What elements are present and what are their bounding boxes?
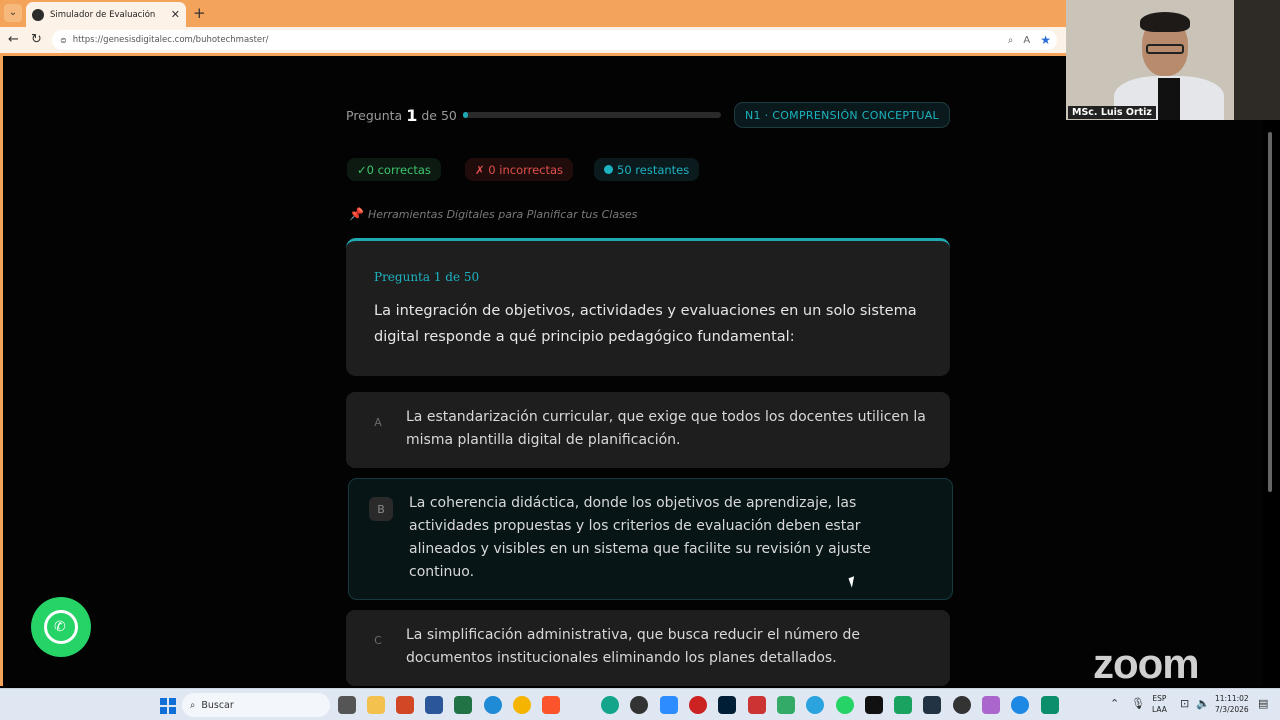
excel-icon[interactable]: [454, 696, 472, 714]
lang-top: ESP: [1152, 694, 1167, 703]
language-indicator[interactable]: ESP LAA: [1152, 693, 1167, 715]
progress-suffix: de 50: [421, 108, 457, 123]
question-text: La integración de objetivos, actividades…: [374, 303, 917, 345]
site-favicon-icon: [32, 8, 44, 21]
app-icon[interactable]: [748, 696, 766, 714]
incorrect-count-badge: ✗ 0 incorrectas: [465, 158, 574, 181]
app-icon[interactable]: [923, 696, 941, 714]
notion-icon[interactable]: [865, 696, 883, 714]
progress-current: 1: [406, 106, 418, 125]
participant-video[interactable]: MSc. Luis Ortiz: [1066, 0, 1280, 120]
clock-time: 11:11:02: [1215, 694, 1249, 703]
zoom-magnifier-icon[interactable]: ⌕: [1008, 35, 1014, 46]
favorite-star-icon[interactable]: ★: [1040, 33, 1051, 47]
remaining-count-text: 50 restantes: [617, 162, 690, 177]
app-icon[interactable]: [953, 696, 971, 714]
zoom-app-icon[interactable]: [660, 696, 678, 714]
progress-bar-fill: [463, 112, 469, 118]
whatsapp-button[interactable]: ✆: [31, 597, 91, 657]
video-person-shirt: [1158, 78, 1180, 120]
taskbar-search-label: Buscar: [201, 699, 234, 711]
chatgpt-icon[interactable]: [630, 696, 648, 714]
read-aloud-icon[interactable]: A: [1023, 35, 1030, 46]
photoshop-icon[interactable]: [718, 696, 736, 714]
file-explorer-icon[interactable]: [367, 696, 385, 714]
windows-taskbar: ⌕ Buscar ⌃ 🎙 ESP LAA ⊡ 🔈 11:11:02 7/3/20…: [0, 688, 1280, 720]
correct-count-badge: ✓0 correctas: [347, 158, 441, 181]
url-field[interactable]: ⊜ https://genesisdigitalec.com/buhotechm…: [52, 30, 1057, 50]
pushpin-icon: 📌: [349, 207, 364, 221]
search-icon: ⌕: [190, 699, 196, 711]
question-progress: Pregunta 1 de 50: [346, 106, 457, 125]
video-person-hair: [1140, 12, 1190, 32]
tab-title: Simulador de Evaluación: [50, 9, 156, 20]
app-icon[interactable]: [777, 696, 795, 714]
volume-icon[interactable]: 🔈: [1196, 697, 1210, 710]
option-text: La estandarización curricular, que exige…: [406, 409, 926, 448]
progress-prefix: Pregunta: [346, 108, 403, 123]
whatsapp-app-icon[interactable]: [836, 696, 854, 714]
close-tab-icon[interactable]: ✕: [171, 8, 180, 21]
option-letter: C: [374, 633, 382, 647]
app-icon[interactable]: [1041, 696, 1059, 714]
brave-icon[interactable]: [542, 696, 560, 714]
taskbar-search[interactable]: ⌕ Buscar: [182, 693, 330, 717]
remaining-count-badge: 50 restantes: [594, 158, 700, 181]
participant-name-tag: MSc. Luis Ortiz: [1068, 106, 1156, 119]
tab-list-button[interactable]: ⌄: [4, 4, 22, 22]
clock-date: 7/3/2026: [1215, 705, 1249, 714]
topic-text: Herramientas Digitales para Planificar t…: [367, 207, 638, 221]
chevron-up-icon[interactable]: ⌃: [1110, 697, 1119, 710]
whatsapp-icon: ✆: [44, 610, 78, 644]
browser-tabbar: ⌄ Simulador de Evaluación ✕ +: [0, 0, 1066, 27]
url-text: https://genesisdigitalec.com/buhotechmas…: [72, 35, 269, 45]
clock[interactable]: 11:11:02 7/3/2026: [1215, 693, 1249, 715]
tab-active[interactable]: Simulador de Evaluación ✕: [26, 2, 186, 27]
chrome-icon[interactable]: [513, 696, 531, 714]
progress-bar: [463, 112, 721, 118]
level-badge: N1 · COMPRENSIÓN CONCEPTUAL: [734, 102, 950, 128]
edge-icon[interactable]: [484, 696, 502, 714]
word-icon[interactable]: [425, 696, 443, 714]
scroll-thumb[interactable]: [1268, 132, 1272, 492]
lang-bottom: LAA: [1152, 705, 1167, 714]
topic-label: 📌 Herramientas Digitales para Planificar…: [349, 207, 637, 221]
video-person-glasses: [1146, 44, 1184, 54]
back-arrow-icon[interactable]: ←: [8, 32, 19, 47]
powerpoint-icon[interactable]: [396, 696, 414, 714]
microphone-icon[interactable]: 🎙: [1131, 697, 1145, 710]
answer-option-c[interactable]: C La simplificación administrativa, que …: [346, 610, 950, 686]
task-view-icon[interactable]: [338, 696, 356, 714]
telegram-icon[interactable]: [806, 696, 824, 714]
app-icon[interactable]: [1011, 696, 1029, 714]
reload-icon[interactable]: ↻: [31, 32, 42, 47]
network-icon[interactable]: ⊡: [1180, 697, 1189, 710]
windows-start-icon[interactable]: [160, 698, 176, 714]
page-scrollbar[interactable]: [1266, 122, 1274, 686]
site-info-icon[interactable]: ⊜: [60, 36, 67, 45]
question-card: Pregunta 1 de 50 La integración de objet…: [346, 238, 950, 376]
option-text: La simplificación administrativa, que bu…: [406, 627, 861, 666]
option-letter: B: [369, 497, 393, 521]
answer-option-b[interactable]: B La coherencia didáctica, donde los obj…: [348, 478, 953, 600]
new-tab-button[interactable]: +: [193, 4, 206, 22]
record-icon[interactable]: [689, 696, 707, 714]
remaining-dot-icon: [604, 165, 613, 174]
sheets-icon[interactable]: [894, 696, 912, 714]
answer-option-a[interactable]: A La estandarización curricular, que exi…: [346, 392, 950, 468]
option-text: La coherencia didáctica, donde los objet…: [409, 495, 871, 580]
question-number-label: Pregunta 1 de 50: [374, 270, 480, 284]
video-background: [1234, 0, 1280, 120]
app-icon[interactable]: [982, 696, 1000, 714]
option-letter: A: [374, 415, 382, 429]
zoom-logo: zoom: [1093, 640, 1200, 687]
address-bar: ← ↻ ⊜ https://genesisdigitalec.com/buhot…: [0, 27, 1066, 53]
notification-icon[interactable]: ▤: [1258, 697, 1268, 710]
app-icon[interactable]: [601, 696, 619, 714]
